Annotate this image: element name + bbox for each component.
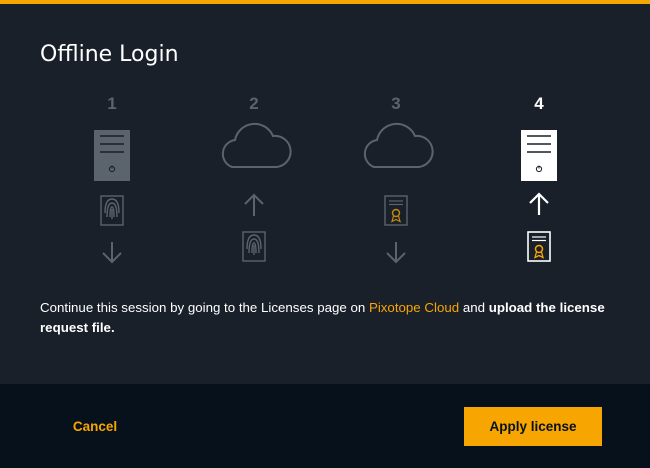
step-4: 4 [499, 90, 579, 270]
cancel-button[interactable]: Cancel [52, 408, 138, 444]
step-3: 3 [356, 90, 436, 270]
dialog-footer: Cancel Apply license [0, 384, 650, 468]
arrow-down-icon [102, 242, 122, 264]
step-2: 2 [214, 90, 294, 270]
dialog-title: Offline Login [40, 42, 179, 67]
step-1: 1 [72, 90, 152, 270]
certificate-file-icon [384, 195, 408, 226]
server-icon [521, 130, 557, 181]
instruction-text: Continue this session by going to the Li… [40, 298, 615, 338]
cloud-icon [363, 122, 434, 168]
arrow-up-icon [244, 193, 264, 216]
certificate-file-icon [527, 231, 551, 262]
accent-top-bar [0, 0, 650, 4]
arrow-down-icon [386, 242, 406, 264]
instruction-middle: and [459, 300, 489, 315]
pixotope-cloud-link[interactable]: Pixotope Cloud [369, 300, 459, 315]
arrow-up-icon [529, 192, 549, 215]
server-icon [94, 130, 130, 181]
fingerprint-file-icon [242, 231, 266, 262]
fingerprint-file-icon [100, 195, 124, 226]
instruction-prefix: Continue this session by going to the Li… [40, 300, 369, 315]
apply-license-button[interactable]: Apply license [464, 407, 602, 446]
cloud-icon [221, 122, 292, 168]
